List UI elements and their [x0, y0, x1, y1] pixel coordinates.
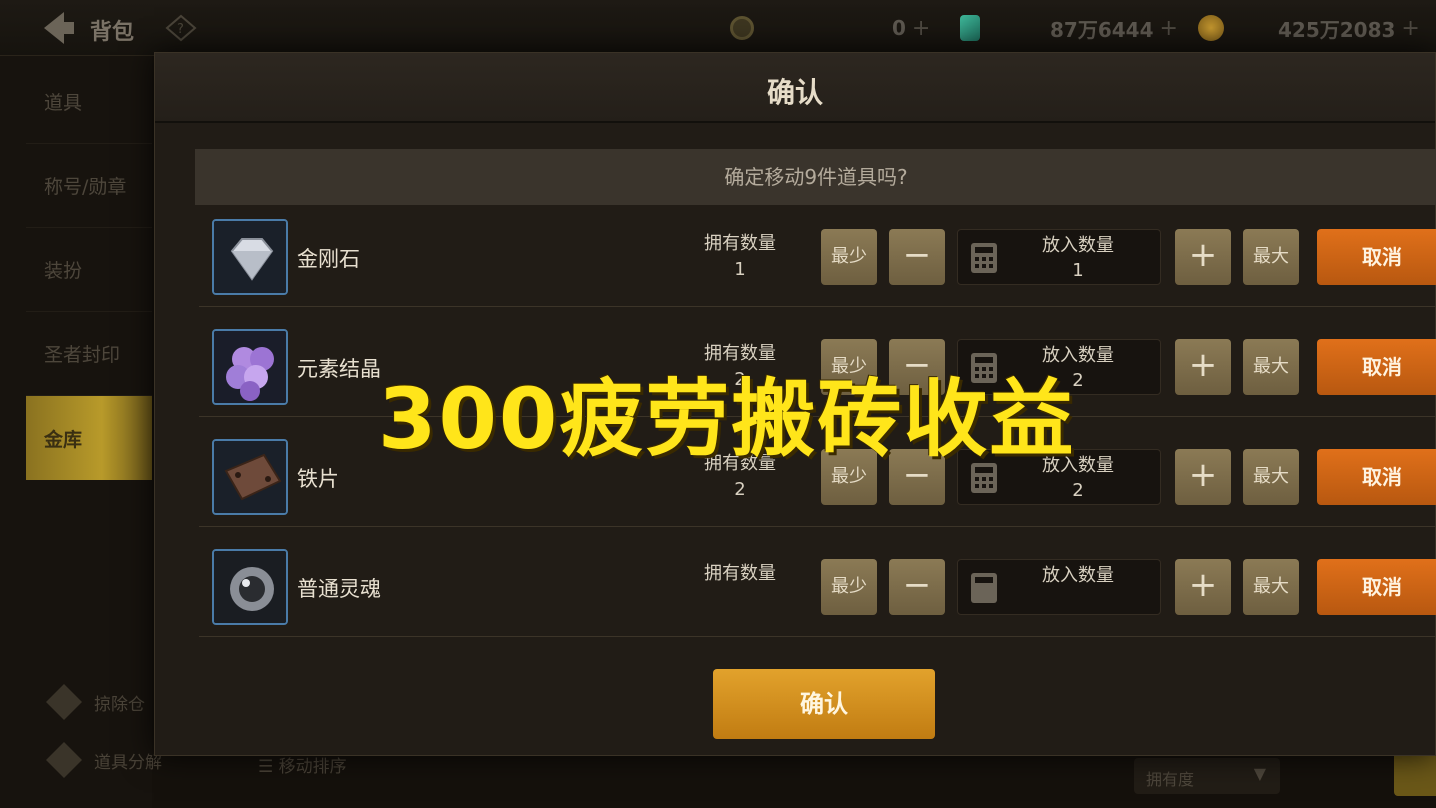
add-moon-coin-icon[interactable]: + [912, 16, 930, 41]
add-gold-icon[interactable]: + [1401, 16, 1419, 41]
increase-button[interactable]: + [1175, 229, 1231, 285]
item-name: 普通灵魂 [297, 577, 381, 601]
quantity-field[interactable]: 放入数量 [957, 559, 1161, 615]
item-name: 金刚石 [297, 247, 360, 271]
green-gem-icon [960, 15, 980, 41]
gem-amount: 87万6444 [1050, 17, 1154, 42]
disassemble-icon [46, 742, 82, 778]
max-button[interactable]: 最大 [1243, 339, 1299, 395]
add-gem-icon[interactable]: + [1160, 16, 1178, 41]
gold-amount: 425万2083 [1278, 17, 1396, 42]
sort-dropdown-value: 拥有度 [1146, 770, 1195, 789]
moon-coin-amount: 0 [892, 16, 906, 40]
currency-gem [960, 12, 980, 44]
currency-moon-value[interactable]: 0 + [892, 12, 930, 44]
chevron-down-icon: ▼ [1253, 764, 1266, 783]
put-label: 放入数量 [1042, 235, 1114, 256]
put-value: 1 [1072, 260, 1084, 281]
cancel-button[interactable]: 取消 [1317, 559, 1436, 615]
currency-gold [1198, 12, 1224, 44]
cancel-button[interactable]: 取消 [1317, 229, 1436, 285]
element-crystal-icon [212, 329, 288, 405]
calculator-icon[interactable] [970, 242, 998, 274]
decrease-button[interactable]: − [889, 229, 945, 285]
dialog-header: 确认 [155, 53, 1435, 123]
top-bar: 背包 ? 0 + 87万6444 + 425万2083 + [0, 0, 1436, 56]
own-value: 1 [734, 259, 746, 280]
own-label: 拥有数量 [704, 563, 776, 584]
decrease-button[interactable]: − [889, 559, 945, 615]
min-button[interactable]: 最少 [821, 559, 877, 615]
put-count: 放入数量 1 [1018, 233, 1138, 283]
list-item: 普通灵魂 拥有数量 最少 − 放入数量 + 最大 取消 [199, 527, 1436, 637]
sort-label: 移动排序 [278, 757, 347, 777]
moon-coin-icon [730, 16, 754, 40]
nav-item-vault[interactable]: 金库 [26, 396, 152, 480]
increase-button[interactable]: + [1175, 339, 1231, 395]
increase-button[interactable]: + [1175, 449, 1231, 505]
quantity-field[interactable]: 放入数量 1 [957, 229, 1161, 285]
list-item: 金刚石 拥有数量 1 最少 − 放入数量 1 + 最大 取消 [199, 197, 1436, 307]
nav-item-items[interactable]: 道具 [26, 60, 152, 144]
item-name: 元素结晶 [297, 357, 381, 381]
own-count: 拥有数量 1 [685, 231, 795, 283]
gold-coin-icon [1198, 15, 1224, 41]
dialog-title: 确认 [766, 76, 823, 109]
nav-footer-disassemble-label: 道具分解 [94, 752, 162, 773]
sort-icon: ☰ [258, 757, 279, 777]
max-button[interactable]: 最大 [1243, 559, 1299, 615]
currency-gem-value[interactable]: 87万6444 + [1050, 12, 1178, 44]
soul-icon [212, 549, 288, 625]
own-count: 拥有数量 [685, 561, 795, 587]
nav-item-seal[interactable]: 圣者封印 [26, 312, 152, 396]
own-value: 2 [734, 479, 746, 500]
nav-footer-storage[interactable]: 掠除仓 [44, 682, 145, 722]
own-label: 拥有数量 [704, 233, 776, 254]
storage-icon [46, 684, 82, 720]
min-button[interactable]: 最少 [821, 229, 877, 285]
dialog-question: 确定移动9件道具吗? [195, 149, 1436, 205]
video-caption: 300疲劳搬砖收益 [378, 370, 1076, 468]
corner-button[interactable] [1394, 752, 1436, 796]
max-button[interactable]: 最大 [1243, 449, 1299, 505]
cancel-button[interactable]: 取消 [1317, 339, 1436, 395]
page-title: 背包 [90, 20, 135, 45]
currency-moon [730, 12, 754, 44]
increase-button[interactable]: + [1175, 559, 1231, 615]
put-value: 2 [1072, 480, 1084, 501]
put-label: 放入数量 [1042, 565, 1114, 586]
iron-plate-icon [212, 439, 288, 515]
nav-footer-disassemble[interactable]: 道具分解 [44, 740, 162, 780]
calculator-icon[interactable] [970, 572, 998, 604]
help-icon[interactable]: ? [165, 14, 197, 42]
confirm-button[interactable]: 确认 [713, 669, 935, 739]
nav-item-titles[interactable]: 称号/勋章 [26, 144, 152, 228]
diamond-icon [212, 219, 288, 295]
cancel-button[interactable]: 取消 [1317, 449, 1436, 505]
svg-text:?: ? [177, 22, 184, 37]
currency-gold-value[interactable]: 425万2083 + [1278, 12, 1420, 44]
sort-dropdown[interactable]: 拥有度 ▼ [1134, 758, 1280, 794]
nav-item-avatar[interactable]: 装扮 [26, 228, 152, 312]
put-count: 放入数量 [1018, 563, 1138, 588]
item-name: 铁片 [297, 467, 339, 491]
nav-footer-storage-label: 掠除仓 [94, 694, 145, 715]
max-button[interactable]: 最大 [1243, 229, 1299, 285]
back-arrow-icon[interactable] [34, 8, 78, 48]
